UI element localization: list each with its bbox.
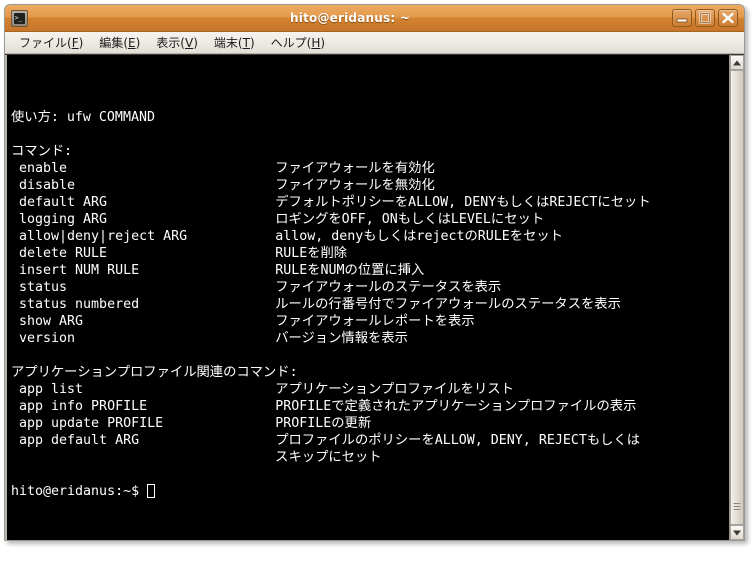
terminal-command: app list <box>11 382 276 397</box>
menu-help-accel: H <box>311 36 321 50</box>
desktop-background: hito@eridanus: ~ <box>0 0 753 562</box>
minimize-button[interactable] <box>672 9 692 27</box>
terminal-description: PROFILEの更新 <box>275 416 372 431</box>
terminal-line-app-command-1: app info PROFILE PROFILEで定義されたアプリケーションプロ… <box>11 398 729 415</box>
terminal-command: enable <box>11 161 276 176</box>
menu-file[interactable]: ファイル(F) <box>11 32 91 53</box>
terminal-line-command-3: logging ARG ロギングをOFF, ONもしくはLEVELにセット <box>11 211 729 228</box>
scrollbar-track[interactable] <box>730 70 744 525</box>
window-title: hito@eridanus: ~ <box>290 11 410 25</box>
menu-help[interactable]: ヘルプ(H) <box>263 32 333 53</box>
terminal-line-app-default-continued: スキップにセット <box>11 449 729 466</box>
terminal-command: show ARG <box>11 314 276 329</box>
terminal-cursor <box>147 484 156 498</box>
terminal-screen[interactable]: 使い方: ufw COMMAND コマンド: enable ファイアウォールを有効… <box>7 55 729 540</box>
window-controls <box>672 9 738 27</box>
terminal-description: PROFILEで定義されたアプリケーションプロファイルの表示 <box>275 399 637 414</box>
menu-view[interactable]: 表示(V) <box>148 32 206 53</box>
menubar: ファイル(F) 編集(E) 表示(V) 端末(T) ヘルプ(H) <box>5 32 744 54</box>
menu-terminal-label: 端末 <box>213 36 238 50</box>
terminal-line-command-5: delete RULE RULEを削除 <box>11 245 729 262</box>
commands-heading: コマンド: <box>11 144 73 159</box>
terminal-description: RULEを削除 <box>275 246 348 261</box>
scroll-down-button[interactable] <box>730 525 744 540</box>
terminal-command: app info PROFILE <box>11 399 276 414</box>
menu-view-accel: V <box>184 36 194 50</box>
close-icon <box>722 12 734 24</box>
terminal-line-command-6: insert NUM RULE RULEをNUMの位置に挿入 <box>11 262 729 279</box>
terminal-description: RULEをNUMの位置に挿入 <box>275 263 425 278</box>
menu-edit-accel: E <box>128 36 136 50</box>
terminal-line-app-command-2: app update PROFILE PROFILEの更新 <box>11 415 729 432</box>
terminal-icon <box>11 9 28 27</box>
usage-text: 使い方: ufw COMMAND <box>11 110 155 125</box>
menu-view-label: 表示 <box>156 36 181 50</box>
maximize-icon <box>699 12 711 24</box>
terminal-command: disable <box>11 178 276 193</box>
terminal-command: status <box>11 280 276 295</box>
close-button[interactable] <box>718 9 738 27</box>
terminal-window: hito@eridanus: ~ <box>4 4 745 541</box>
terminal-line-app-command-3: app default ARG プロファイルのポリシーをALLOW, DENY,… <box>11 432 729 449</box>
menu-terminal[interactable]: 端末(T) <box>206 32 263 53</box>
menu-help-label: ヘルプ <box>270 36 307 50</box>
terminal-description: ファイアウォールのステータスを表示 <box>275 280 502 295</box>
menu-edit-label: 編集 <box>99 36 124 50</box>
scrollbar-grip <box>733 503 741 510</box>
terminal-command: logging ARG <box>11 212 276 227</box>
app-commands-heading: アプリケーションプロファイル関連のコマンド: <box>11 365 298 380</box>
terminal-command: insert NUM RULE <box>11 263 276 278</box>
terminal-scrollbar[interactable] <box>729 55 744 540</box>
terminal-line-command-4: allow|deny|reject ARG allow, denyもしくはrej… <box>11 228 729 245</box>
shell-prompt: hito@eridanus:~$ <box>11 484 148 499</box>
terminal-area: 使い方: ufw COMMAND コマンド: enable ファイアウォールを有効… <box>5 54 744 540</box>
maximize-button[interactable] <box>695 9 715 27</box>
terminal-line-command-7: status ファイアウォールのステータスを表示 <box>11 279 729 296</box>
scrollbar-thumb[interactable] <box>730 70 744 525</box>
terminal-description-continued: スキップにセット <box>11 450 382 465</box>
terminal-description: allow, denyもしくはrejectのRULEをセット <box>275 229 563 244</box>
scroll-down-icon <box>733 530 741 535</box>
terminal-description: アプリケーションプロファイルをリスト <box>275 382 514 397</box>
terminal-description: ファイアウォールを有効化 <box>275 161 435 176</box>
menu-file-label: ファイル <box>19 36 68 50</box>
terminal-line-command-2: default ARG デフォルトポリシーをALLOW, DENYもしくはREJ… <box>11 194 729 211</box>
menu-terminal-accel: T <box>242 36 250 50</box>
scroll-up-button[interactable] <box>730 55 744 70</box>
menu-edit[interactable]: 編集(E) <box>91 32 148 53</box>
window-titlebar[interactable]: hito@eridanus: ~ <box>5 5 744 32</box>
terminal-line-command-1: disable ファイアウォールを無効化 <box>11 177 729 194</box>
terminal-description: プロファイルのポリシーをALLOW, DENY, REJECTもしくは <box>275 433 641 448</box>
terminal-description: ファイアウォールを無効化 <box>275 178 435 193</box>
terminal-line-command-0: enable ファイアウォールを有効化 <box>11 160 729 177</box>
terminal-line-command-8: status numbered ルールの行番号付でファイアウォールのステータスを… <box>11 296 729 313</box>
scroll-up-icon <box>733 60 741 65</box>
terminal-description: ロギングをOFF, ONもしくはLEVELにセット <box>275 212 545 227</box>
terminal-command: version <box>11 331 276 346</box>
minimize-icon <box>676 18 688 23</box>
terminal-line-command-9: show ARG ファイアウォールレポートを表示 <box>11 313 729 330</box>
terminal-command: allow|deny|reject ARG <box>11 229 276 244</box>
terminal-line-command-10: version バージョン情報を表示 <box>11 330 729 347</box>
terminal-command: delete RULE <box>11 246 276 261</box>
terminal-description: ルールの行番号付でファイアウォールのステータスを表示 <box>275 297 621 312</box>
terminal-line-app-heading: アプリケーションプロファイル関連のコマンド: <box>11 364 729 381</box>
terminal-line-usage: 使い方: ufw COMMAND <box>11 109 729 126</box>
terminal-command: app update PROFILE <box>11 416 276 431</box>
terminal-command: default ARG <box>11 195 276 210</box>
terminal-line-commands-heading: コマンド: <box>11 143 729 160</box>
terminal-command: app default ARG <box>11 433 276 448</box>
terminal-line-prompt: hito@eridanus:~$ <box>11 483 729 500</box>
menu-file-accel: F <box>71 36 79 50</box>
terminal-line-app-command-0: app list アプリケーションプロファイルをリスト <box>11 381 729 398</box>
terminal-description: ファイアウォールレポートを表示 <box>275 314 475 329</box>
terminal-description: バージョン情報を表示 <box>275 331 408 346</box>
terminal-inner: 使い方: ufw COMMAND コマンド: enable ファイアウォールを有効… <box>5 55 729 540</box>
terminal-command: status numbered <box>11 297 276 312</box>
terminal-description: デフォルトポリシーをALLOW, DENYもしくはREJECTにセット <box>275 195 651 210</box>
